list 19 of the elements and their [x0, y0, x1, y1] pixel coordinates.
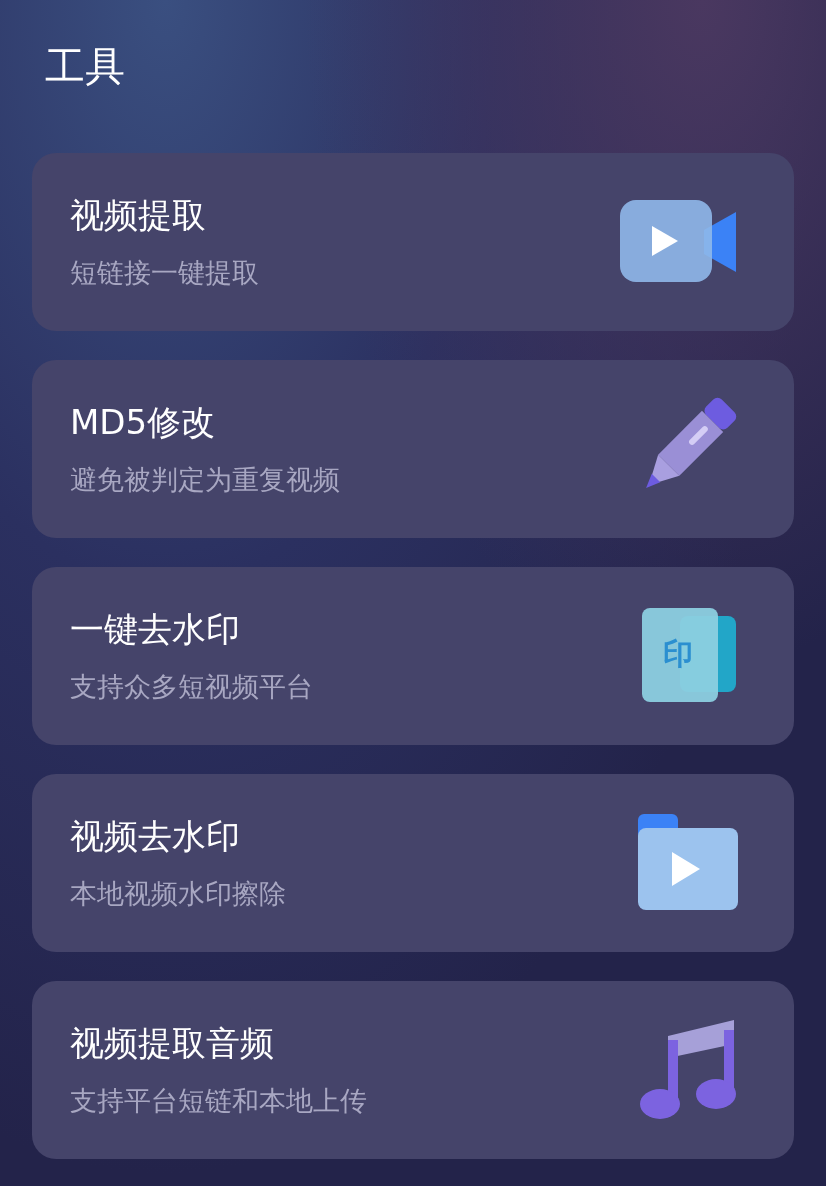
- tool-title: MD5修改: [70, 401, 217, 444]
- music-note-icon: [638, 1018, 738, 1122]
- tool-subtitle: 避免被判定为重复视频: [70, 463, 340, 497]
- tool-title: 视频提取: [70, 194, 207, 237]
- tool-title: 视频去水印: [70, 815, 241, 858]
- tool-subtitle: 本地视频水印擦除: [70, 877, 286, 911]
- tool-card[interactable]: 一键去水印 支持众多短视频平台 印: [32, 567, 794, 745]
- tool-subtitle: 短链接一键提取: [70, 256, 259, 290]
- tool-card[interactable]: MD5修改 避免被判定为重复视频: [32, 360, 794, 538]
- page-title: 工具: [45, 42, 125, 91]
- tool-card[interactable]: 视频提取 短链接一键提取: [32, 153, 794, 331]
- tool-card[interactable]: 视频去水印 本地视频水印擦除: [32, 774, 794, 952]
- folder-play-icon: [638, 814, 738, 912]
- tool-subtitle: 支持平台短链和本地上传: [70, 1084, 367, 1118]
- tool-title: 一键去水印: [70, 608, 241, 651]
- tool-card[interactable]: 视频提取音频 支持平台短链和本地上传: [32, 981, 794, 1159]
- tool-subtitle: 支持众多短视频平台: [70, 670, 313, 704]
- tool-title: 视频提取音频: [70, 1022, 275, 1065]
- video-camera-icon: [620, 200, 738, 284]
